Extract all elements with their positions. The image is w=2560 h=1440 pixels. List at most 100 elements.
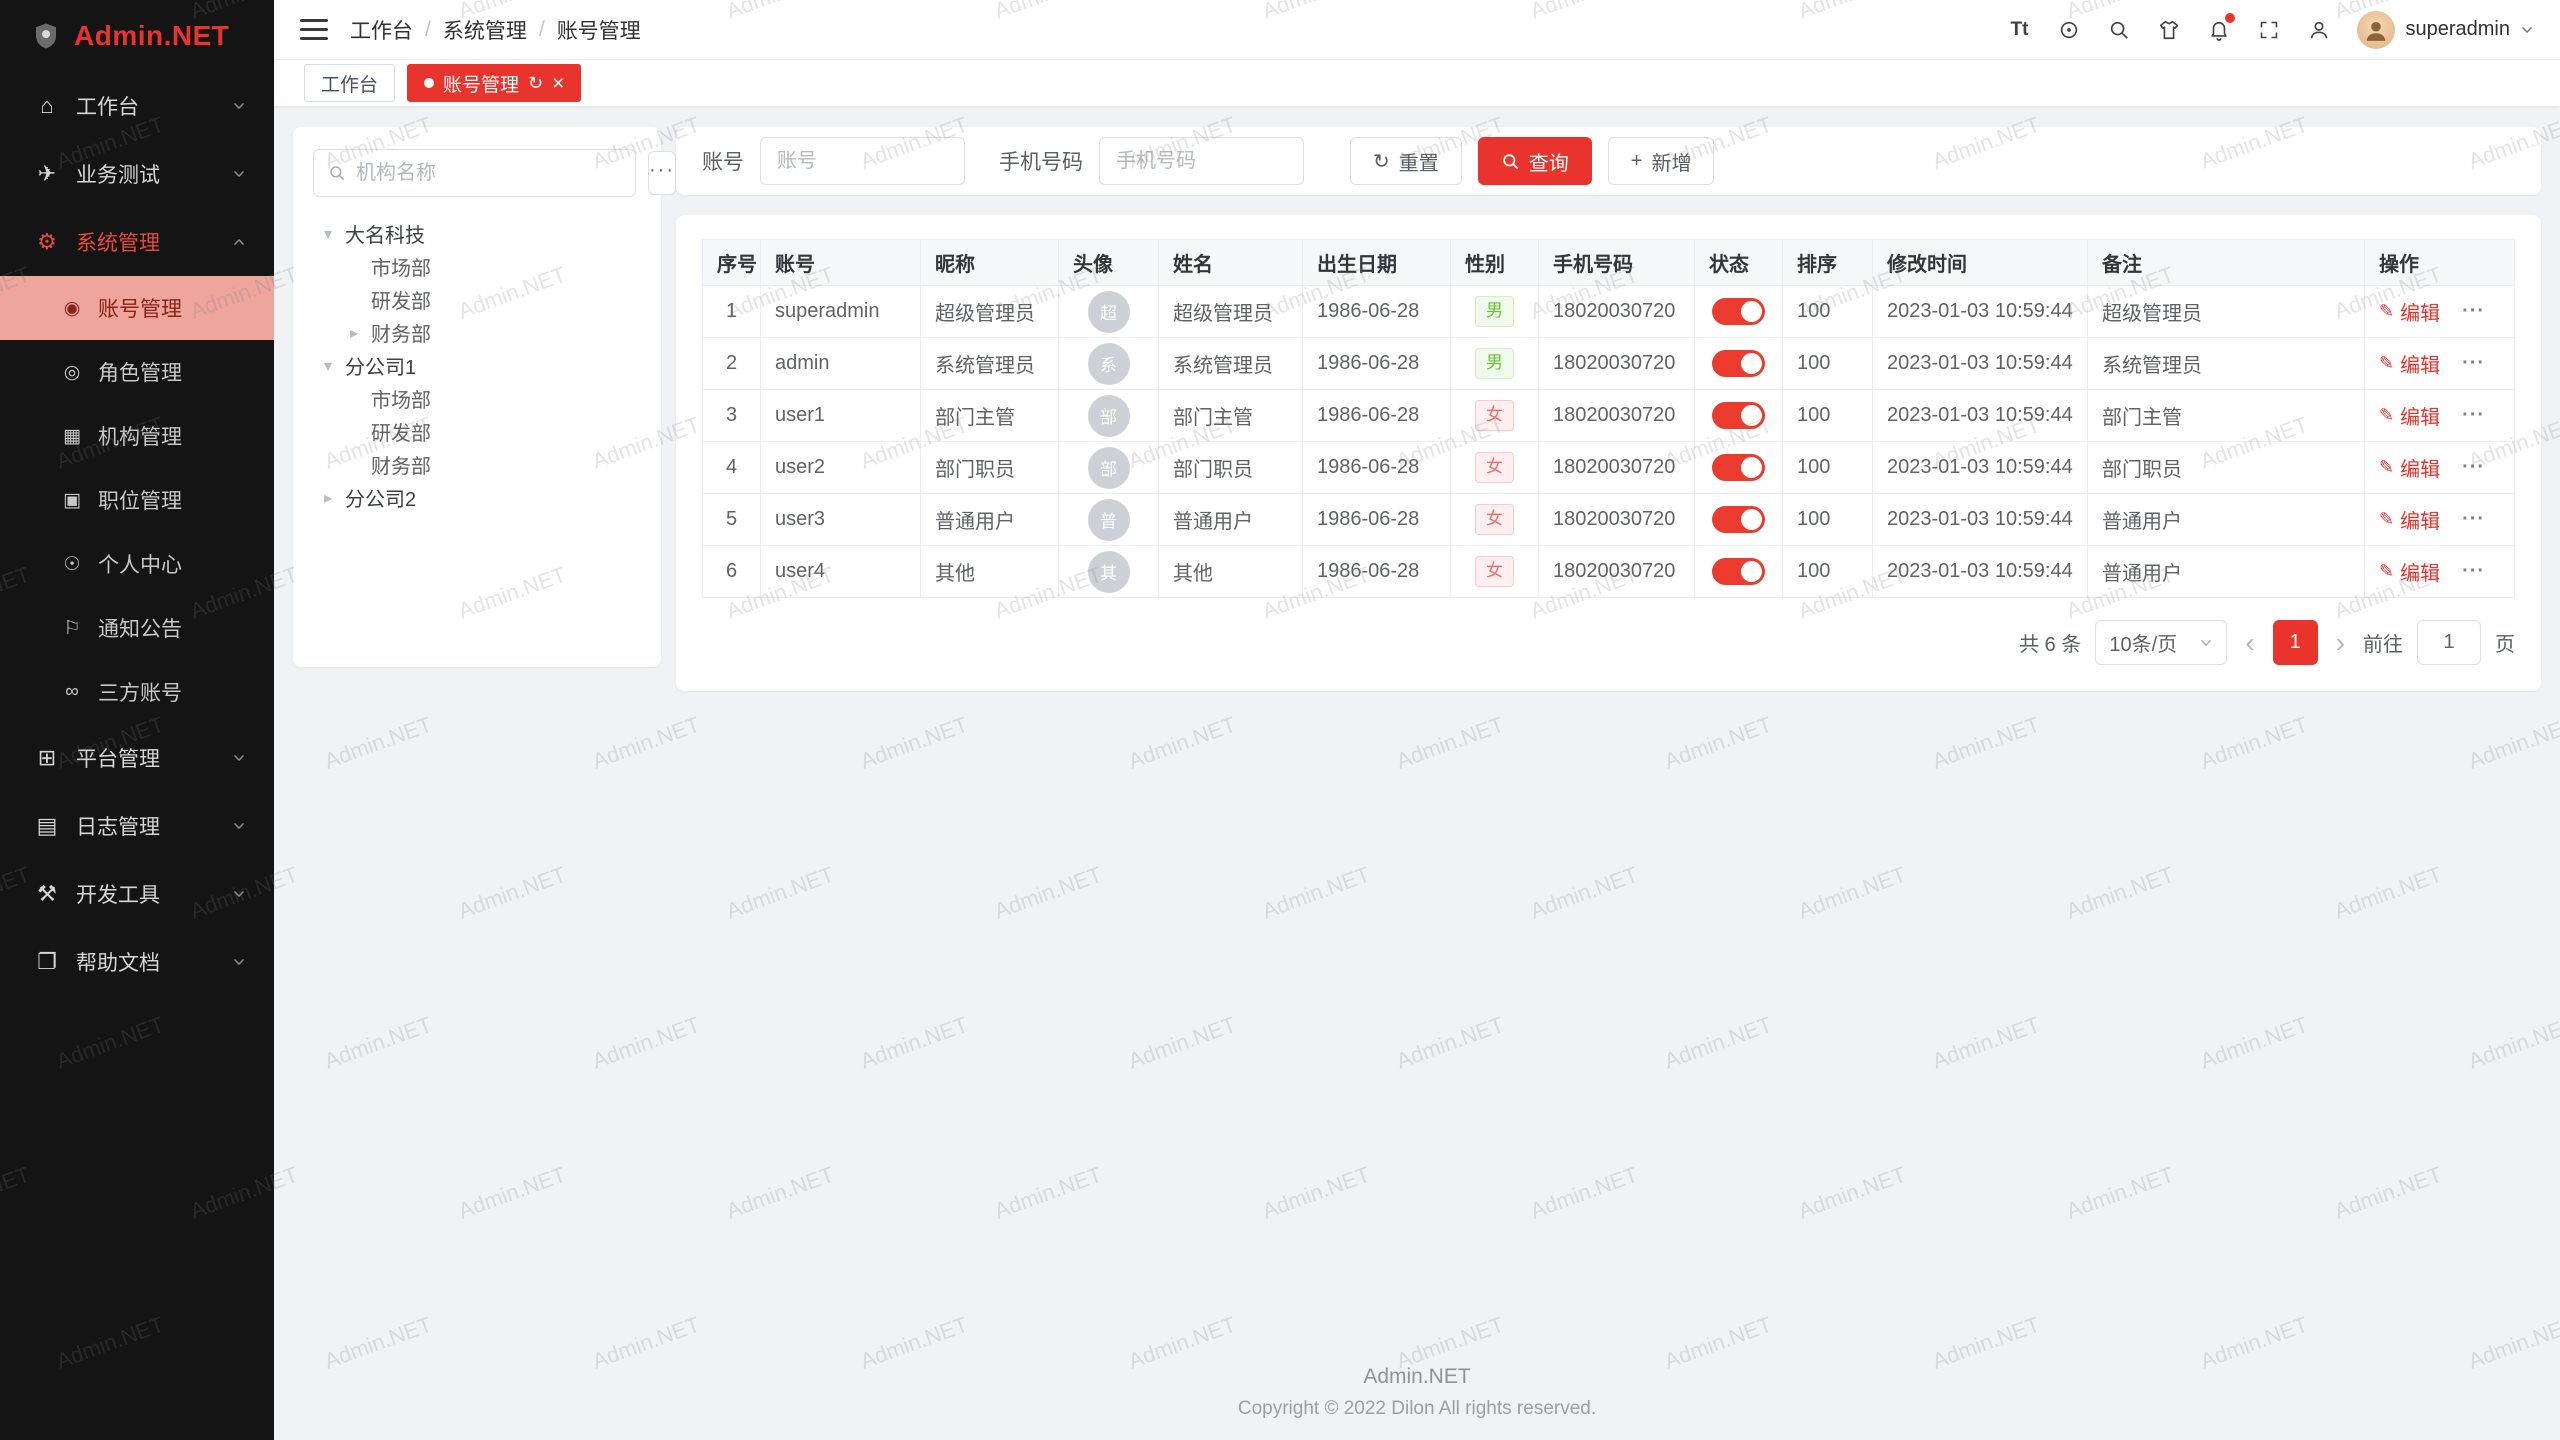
tree-node[interactable]: 市场部 <box>313 382 641 415</box>
sidebar-item-workbench[interactable]: ⌂工作台 <box>0 72 274 140</box>
more-actions-button[interactable]: ··· <box>2462 300 2485 322</box>
breadcrumb-item[interactable]: 工作台 <box>350 15 413 45</box>
sidebar-item-platform[interactable]: ⊞平台管理 <box>0 724 274 792</box>
tab-account[interactable]: 账号管理↻× <box>407 64 581 102</box>
cell-gender: 女 <box>1451 546 1539 598</box>
breadcrumb-item[interactable]: 系统管理 <box>443 15 527 45</box>
edit-button[interactable]: ✎ 编辑 <box>2379 557 2440 586</box>
breadcrumb-item[interactable]: 账号管理 <box>557 15 641 45</box>
status-toggle[interactable] <box>1712 298 1765 325</box>
sidebar-item-third-party[interactable]: ∞三方账号 <box>0 660 274 724</box>
edit-button[interactable]: ✎编辑 <box>2379 453 2440 482</box>
logo[interactable]: Admin.NET <box>0 0 274 72</box>
tree-node[interactable]: 市场部 <box>313 250 641 283</box>
tree-node[interactable]: 研发部 <box>313 415 641 448</box>
table-row: 1superadmin超级管理员超超级管理员1986-06-28男1802003… <box>703 286 2515 338</box>
status-toggle[interactable] <box>1712 506 1765 533</box>
username: superadmin <box>2405 18 2510 41</box>
next-page-button[interactable]: › <box>2332 629 2349 657</box>
edit-button[interactable]: ✎编辑 <box>2379 401 2440 430</box>
edit-button[interactable]: ✎编辑 <box>2379 505 2440 534</box>
sidebar-item-label: 工作台 <box>76 91 216 121</box>
sidebar-item-profile[interactable]: ☉个人中心 <box>0 532 274 596</box>
sidebar-item-role[interactable]: ◎角色管理 <box>0 340 274 404</box>
sidebar-item-position[interactable]: ▣职位管理 <box>0 468 274 532</box>
cell-modified: 2023-01-03 10:59:44 <box>1873 546 2088 598</box>
table-row: 6user4其他其其他1986-06-28女180200307201002023… <box>703 546 2515 598</box>
status-toggle[interactable] <box>1712 454 1765 481</box>
page-size-select[interactable]: 10条/页 <box>2095 620 2227 665</box>
chevron-down-icon <box>2199 636 2213 650</box>
more-actions-button[interactable]: ··· <box>2462 560 2485 582</box>
cell-index: 4 <box>703 442 761 494</box>
tree-caret-icon[interactable]: ▾ <box>317 356 339 376</box>
tree-node[interactable]: ▸分公司2 <box>313 481 641 514</box>
edit-button[interactable]: ✎编辑 <box>2379 297 2440 326</box>
theme-skin-icon[interactable] <box>2147 8 2191 52</box>
search-icon[interactable] <box>2097 8 2141 52</box>
sidebar-item-account[interactable]: ◉账号管理 <box>0 276 274 340</box>
prev-page-button[interactable]: ‹ <box>2241 629 2258 657</box>
edit-icon: ✎ <box>2379 561 2394 582</box>
tree-caret-icon[interactable]: ▸ <box>317 488 339 508</box>
fullscreen-icon[interactable] <box>2247 8 2291 52</box>
edit-label: 编辑 <box>2400 401 2440 430</box>
cell-phone: 18020030720 <box>1539 546 1695 598</box>
query-button[interactable]: 查询 <box>1478 137 1592 185</box>
cell-gender: 男 <box>1451 338 1539 390</box>
hamburger-menu-icon[interactable] <box>300 19 328 40</box>
user-avatar: 超 <box>1088 291 1130 333</box>
tree-node[interactable]: ▾分公司1 <box>313 349 641 382</box>
org-search-input[interactable] <box>356 162 621 185</box>
pagination-total: 共 6 条 <box>2019 628 2081 657</box>
current-page[interactable]: 1 <box>2273 620 2318 665</box>
tree-node[interactable]: ▸财务部 <box>313 316 641 349</box>
user-menu[interactable]: superadmin <box>2357 11 2534 49</box>
more-actions-button[interactable]: ··· <box>2462 404 2485 426</box>
more-actions-button[interactable]: ··· <box>2462 456 2485 478</box>
chevron-down-icon <box>232 167 246 181</box>
tree-caret-icon[interactable]: ▸ <box>343 323 365 343</box>
cell-birth: 1986-06-28 <box>1303 390 1451 442</box>
phone-input[interactable] <box>1099 137 1304 185</box>
edit-button[interactable]: ✎编辑 <box>2379 349 2440 378</box>
sidebar-item-log[interactable]: ▤日志管理 <box>0 792 274 860</box>
cell-name: 部门主管 <box>1159 390 1303 442</box>
status-toggle[interactable] <box>1712 402 1765 429</box>
layout-config-icon[interactable] <box>2047 8 2091 52</box>
cell-ops: ✎编辑 ··· <box>2365 442 2515 494</box>
column-header-account: 账号 <box>761 240 921 286</box>
sidebar-item-devtools[interactable]: ⚒开发工具 <box>0 860 274 928</box>
edit-label: 编辑 <box>2400 505 2440 534</box>
tree-node[interactable]: 研发部 <box>313 283 641 316</box>
cell-remark: 系统管理员 <box>2088 338 2365 390</box>
column-header-order: 排序 <box>1783 240 1873 286</box>
sidebar-item-system[interactable]: ⚙系统管理 <box>0 208 274 276</box>
font-size-icon[interactable]: Tt <box>1997 8 2041 52</box>
cell-account: user2 <box>761 442 921 494</box>
status-toggle[interactable] <box>1712 558 1765 585</box>
notification-bell-icon[interactable] <box>2197 8 2241 52</box>
search-icon <box>328 164 346 182</box>
add-button[interactable]: + 新增 <box>1608 137 1715 185</box>
profile-icon[interactable] <box>2297 8 2341 52</box>
more-actions-button[interactable]: ··· <box>2462 352 2485 374</box>
tab-close-icon[interactable]: × <box>552 73 564 94</box>
tab-workbench[interactable]: 工作台 <box>304 64 395 102</box>
edit-label: 编辑 <box>2400 557 2440 586</box>
sidebar-item-org[interactable]: ▦机构管理 <box>0 404 274 468</box>
more-options-button[interactable]: ··· <box>648 151 676 195</box>
tree-caret-icon[interactable]: ▾ <box>317 224 339 244</box>
goto-page-input[interactable] <box>2417 620 2481 665</box>
tab-refresh-icon[interactable]: ↻ <box>528 74 543 92</box>
sidebar-item-notice[interactable]: ⚐通知公告 <box>0 596 274 660</box>
sidebar-item-business-test[interactable]: ✈业务测试 <box>0 140 274 208</box>
account-input[interactable] <box>760 137 965 185</box>
status-toggle[interactable] <box>1712 350 1765 377</box>
sidebar-item-help[interactable]: ❐帮助文档 <box>0 928 274 996</box>
tree-node[interactable]: 财务部 <box>313 448 641 481</box>
tree-node[interactable]: ▾大名科技 <box>313 217 641 250</box>
reset-button[interactable]: ↻ 重置 <box>1350 137 1462 185</box>
cell-birth: 1986-06-28 <box>1303 546 1451 598</box>
more-actions-button[interactable]: ··· <box>2462 508 2485 530</box>
